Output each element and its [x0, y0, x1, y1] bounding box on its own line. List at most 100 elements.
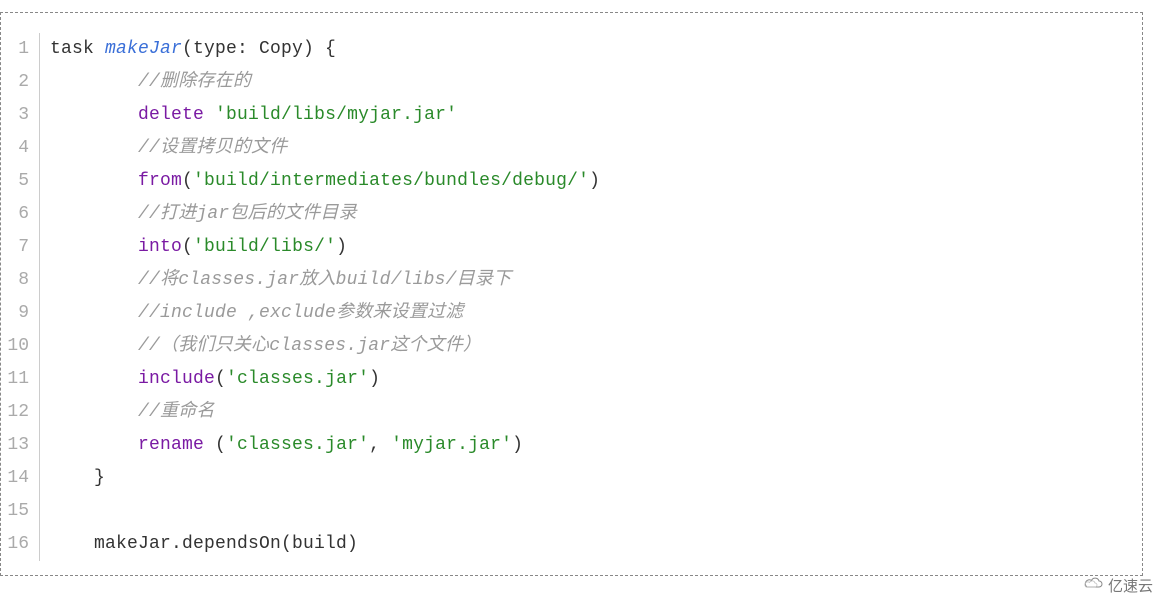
token-str: 'classes.jar' [226, 435, 369, 455]
gutter-divider [39, 363, 40, 396]
watermark-text: 亿速云 [1108, 575, 1153, 596]
gutter-divider [39, 462, 40, 495]
gutter-divider [39, 264, 40, 297]
token-plain [204, 105, 215, 125]
token-str: 'myjar.jar' [391, 435, 512, 455]
token-str: 'build/libs/' [193, 237, 336, 257]
code-content: //将classes.jar放入build/libs/目录下 [50, 264, 511, 297]
code-content: //打进jar包后的文件目录 [50, 198, 357, 231]
code-line: 12 //重命名 [1, 396, 1142, 429]
token-plain: ( [182, 237, 193, 257]
code-line: 10 //（我们只关心classes.jar这个文件） [1, 330, 1142, 363]
code-content: into('build/libs/') [50, 231, 347, 264]
token-plain: ( [215, 369, 226, 389]
gutter-divider [39, 396, 40, 429]
code-content: from('build/intermediates/bundles/debug/… [50, 165, 600, 198]
token-kw: from [138, 171, 182, 191]
line-number: 15 [1, 495, 33, 528]
line-number: 2 [1, 66, 33, 99]
token-comment: //打进jar包后的文件目录 [138, 204, 357, 224]
token-plain: } [94, 468, 105, 488]
gutter-divider [39, 198, 40, 231]
code-content: //删除存在的 [50, 66, 251, 99]
code-line: 7 into('build/libs/') [1, 231, 1142, 264]
token-comment: //include ,exclude参数来设置过滤 [138, 303, 463, 323]
line-number: 11 [1, 363, 33, 396]
line-number: 12 [1, 396, 33, 429]
token-kw: delete [138, 105, 204, 125]
line-number: 4 [1, 132, 33, 165]
gutter-divider [39, 231, 40, 264]
token-plain: ) [336, 237, 347, 257]
line-number: 10 [1, 330, 33, 363]
code-line: 6 //打进jar包后的文件目录 [1, 198, 1142, 231]
gutter-divider [39, 495, 40, 528]
code-line: 15 [1, 495, 1142, 528]
token-comment: //删除存在的 [138, 72, 251, 92]
line-number: 9 [1, 297, 33, 330]
code-content: rename ('classes.jar', 'myjar.jar') [50, 429, 523, 462]
gutter-divider [39, 330, 40, 363]
code-line: 16 makeJar.dependsOn(build) [1, 528, 1142, 561]
code-content: include('classes.jar') [50, 363, 380, 396]
gutter-divider [39, 528, 40, 561]
line-number: 16 [1, 528, 33, 561]
code-content: //设置拷贝的文件 [50, 132, 287, 165]
code-content: task makeJar(type: Copy) { [50, 33, 336, 66]
line-number: 1 [1, 33, 33, 66]
watermark: 亿速云 [1082, 575, 1153, 596]
code-line: 14 } [1, 462, 1142, 495]
token-plain: (type: Copy) { [182, 39, 336, 59]
line-number: 6 [1, 198, 33, 231]
code-block: 1task makeJar(type: Copy) {2 //删除存在的3 de… [0, 12, 1143, 576]
token-comment: //将classes.jar放入build/libs/目录下 [138, 270, 511, 290]
code-line: 4 //设置拷贝的文件 [1, 132, 1142, 165]
token-str: 'classes.jar' [226, 369, 369, 389]
code-line: 1 task makeJar(type: Copy) { [1, 33, 1142, 66]
token-comment: //重命名 [138, 402, 215, 422]
token-fn: makeJar [105, 39, 182, 59]
code-line: 11 include('classes.jar') [1, 363, 1142, 396]
token-plain: task [50, 39, 105, 59]
token-plain: ( [182, 171, 193, 191]
gutter-divider [39, 66, 40, 99]
token-str: 'build/libs/myjar.jar' [215, 105, 457, 125]
code-line: 13 rename ('classes.jar', 'myjar.jar') [1, 429, 1142, 462]
code-line: 5 from('build/intermediates/bundles/debu… [1, 165, 1142, 198]
code-content: makeJar.dependsOn(build) [50, 528, 358, 561]
token-comment: //（我们只关心classes.jar这个文件） [138, 336, 481, 356]
token-kw: include [138, 369, 215, 389]
cloud-icon [1082, 577, 1104, 595]
code-content: //include ,exclude参数来设置过滤 [50, 297, 463, 330]
gutter-divider [39, 297, 40, 330]
gutter-divider [39, 165, 40, 198]
code-line: 3 delete 'build/libs/myjar.jar' [1, 99, 1142, 132]
gutter-divider [39, 132, 40, 165]
code-line: 8 //将classes.jar放入build/libs/目录下 [1, 264, 1142, 297]
token-kw: rename [138, 435, 204, 455]
code-content: delete 'build/libs/myjar.jar' [50, 99, 457, 132]
line-number: 3 [1, 99, 33, 132]
gutter-divider [39, 429, 40, 462]
line-number: 14 [1, 462, 33, 495]
line-number: 5 [1, 165, 33, 198]
gutter-divider [39, 99, 40, 132]
code-content: //（我们只关心classes.jar这个文件） [50, 330, 481, 363]
token-comment: //设置拷贝的文件 [138, 138, 287, 158]
code-content: } [50, 462, 105, 495]
token-plain: ( [204, 435, 226, 455]
code-content: //重命名 [50, 396, 215, 429]
code-line: 9 //include ,exclude参数来设置过滤 [1, 297, 1142, 330]
token-plain: makeJar.dependsOn(build) [94, 534, 358, 554]
token-plain: , [369, 435, 391, 455]
token-plain: ) [369, 369, 380, 389]
token-str: 'build/intermediates/bundles/debug/' [193, 171, 589, 191]
line-number: 8 [1, 264, 33, 297]
token-plain: ) [512, 435, 523, 455]
line-number: 7 [1, 231, 33, 264]
token-kw: into [138, 237, 182, 257]
code-line: 2 //删除存在的 [1, 66, 1142, 99]
line-number: 13 [1, 429, 33, 462]
token-plain: ) [589, 171, 600, 191]
gutter-divider [39, 33, 40, 66]
